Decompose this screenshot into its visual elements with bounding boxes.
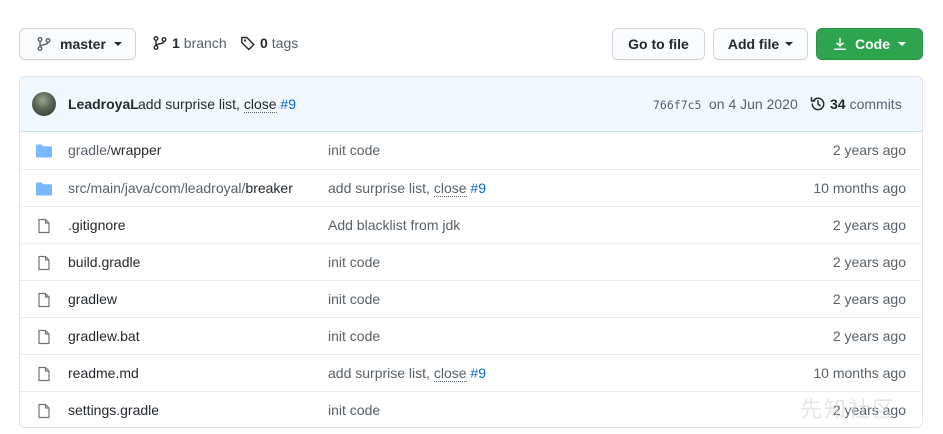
- chevron-down-icon: [898, 42, 906, 46]
- file-commit-message[interactable]: init code: [328, 142, 380, 158]
- download-icon: [834, 37, 846, 50]
- add-file-label: Add file: [727, 36, 780, 52]
- file-row: build.gradle init code 2 years ago: [20, 243, 922, 280]
- file-path-prefix: src/main/java/com/leadroyal/: [68, 180, 246, 196]
- file-browser: LeadroyaL add surprise list, close #9 76…: [19, 76, 923, 428]
- file-commit-issue-link[interactable]: #9: [470, 180, 486, 196]
- git-branch-icon: [153, 36, 167, 50]
- file-name-link[interactable]: settings.gradle: [68, 402, 159, 418]
- folder-icon: [36, 143, 52, 159]
- git-branch-icon: [37, 37, 51, 51]
- branch-label: branch: [183, 35, 227, 51]
- file-commit-text: init code: [328, 291, 381, 307]
- file-path-prefix: gradle/: [68, 142, 111, 158]
- commit-message-text: add surprise list,: [138, 96, 240, 112]
- file-commit-message[interactable]: init code: [328, 254, 380, 270]
- file-row: gradlew init code 2 years ago: [20, 280, 922, 317]
- branch-name: master: [60, 36, 106, 52]
- file-icon: [36, 218, 52, 234]
- file-name-link[interactable]: src/main/java/com/leadroyal/breaker: [68, 180, 293, 196]
- branches-link[interactable]: 1 branch: [152, 35, 227, 51]
- file-name-link[interactable]: gradlew.bat: [68, 328, 140, 344]
- file-commit-text: init code: [328, 142, 381, 158]
- file-age: 2 years ago: [832, 254, 906, 270]
- tag-label: tags: [271, 35, 299, 51]
- code-button[interactable]: Code: [816, 28, 923, 60]
- file-name: gradlew: [68, 291, 118, 307]
- file-icon: [36, 255, 52, 271]
- file-name: gradlew.bat: [68, 328, 140, 344]
- tags-link[interactable]: 0 tags: [240, 35, 298, 51]
- file-row: .gitignore Add blacklist from jdk 2 years …: [20, 206, 922, 243]
- file-age: 2 years ago: [832, 328, 906, 344]
- file-commit-message[interactable]: init code: [328, 328, 380, 344]
- file-commit-text: init code: [328, 402, 381, 418]
- file-age: 2 years ago: [832, 142, 906, 158]
- file-commit-text: add surprise list,: [328, 365, 430, 381]
- file-name-link[interactable]: readme.md: [68, 365, 139, 381]
- file-commit-issue-link[interactable]: #9: [470, 365, 486, 381]
- file-commit-message[interactable]: add surprise list, close #9: [328, 180, 486, 197]
- file-commit-message[interactable]: init code: [328, 402, 380, 418]
- file-age: 2 years ago: [832, 217, 906, 233]
- add-file-button[interactable]: Add file: [713, 28, 808, 60]
- file-icon: [36, 403, 52, 419]
- file-name: breaker: [245, 180, 293, 196]
- latest-commit-bar: LeadroyaL add surprise list, close #9 76…: [20, 77, 922, 132]
- commit-author-link[interactable]: LeadroyaL: [68, 96, 139, 112]
- branch-count: 1: [172, 35, 180, 51]
- file-row: gradlew.bat init code 2 years ago: [20, 317, 922, 354]
- commit-close-word: close: [243, 96, 277, 113]
- commit-date: on 4 Jun 2020: [709, 96, 798, 112]
- file-commit-text: Add blacklist from jdk: [328, 217, 461, 233]
- file-name-link[interactable]: gradlew: [68, 291, 117, 307]
- file-age: 10 months ago: [813, 365, 906, 381]
- commit-history-link[interactable]: 34 commits: [810, 96, 902, 112]
- file-row: gradle/wrapper init code 2 years ago: [20, 132, 922, 169]
- go-to-file-button[interactable]: Go to file: [612, 28, 705, 60]
- file-commit-text: add surprise list,: [328, 180, 430, 196]
- file-name-link[interactable]: gradle/wrapper: [68, 142, 161, 158]
- file-commit-close-word: close: [433, 180, 467, 197]
- file-commit-message[interactable]: Add blacklist from jdk: [328, 217, 460, 233]
- file-icon: [36, 329, 52, 345]
- file-name: .gitignore: [68, 217, 126, 233]
- chevron-down-icon: [113, 42, 122, 46]
- commit-count: 34: [830, 96, 846, 112]
- file-name: settings.gradle: [68, 402, 160, 418]
- chevron-down-icon: [785, 42, 794, 46]
- commit-sha-link[interactable]: 766f7c5: [653, 98, 701, 112]
- folder-icon: [36, 181, 52, 197]
- file-name: wrapper: [110, 142, 162, 158]
- file-row: readme.md add surprise list, close #9 10 m…: [20, 354, 922, 391]
- avatar[interactable]: [32, 92, 56, 116]
- file-name: readme.md: [68, 365, 139, 381]
- file-row: src/main/java/com/leadroyal/breaker add s…: [20, 169, 922, 206]
- file-commit-text: init code: [328, 254, 381, 270]
- code-label: Code: [855, 36, 890, 52]
- file-name: build.gradle: [68, 254, 141, 270]
- tag-count: 0: [260, 35, 268, 51]
- file-name-link[interactable]: .gitignore: [68, 217, 126, 233]
- file-commit-close-word: close: [433, 365, 467, 382]
- file-commit-message[interactable]: init code: [328, 291, 380, 307]
- commit-issue-link[interactable]: #9: [280, 96, 296, 112]
- file-row: settings.gradle init code 2 years ago: [20, 391, 922, 427]
- file-icon: [36, 366, 52, 382]
- watermark-text: 先知社区: [800, 397, 897, 422]
- file-commit-message[interactable]: add surprise list, close #9: [328, 365, 486, 382]
- file-age: 10 months ago: [813, 180, 906, 196]
- repo-toolbar: master 1 branch 0 tags Go to file Add fi…: [0, 0, 943, 70]
- tag-icon: [241, 36, 255, 51]
- branch-select-button[interactable]: master: [19, 28, 136, 60]
- file-name-link[interactable]: build.gradle: [68, 254, 140, 270]
- file-commit-text: init code: [328, 328, 381, 344]
- commit-label: commits: [849, 96, 902, 112]
- file-icon: [36, 292, 52, 308]
- file-age: 2 years ago: [832, 291, 906, 307]
- history-icon: [810, 97, 825, 111]
- commit-message[interactable]: add surprise list, close #9: [138, 96, 296, 113]
